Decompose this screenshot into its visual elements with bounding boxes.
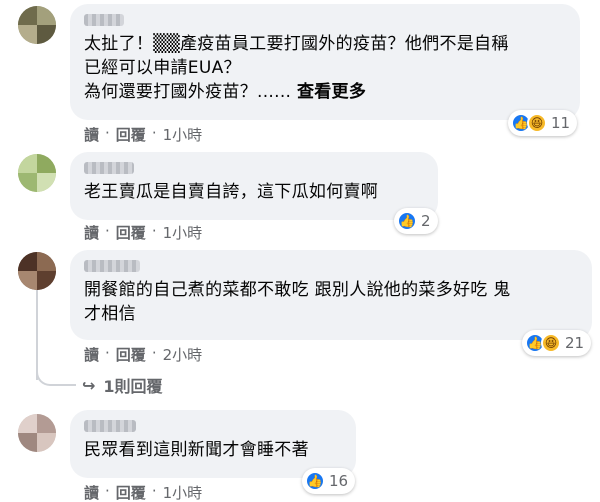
reaction-count: 2 (421, 212, 431, 230)
comment-text: 開餐館的自己煮的菜都不敢吃 跟別人說他的菜多好吃 鬼 才相信 (84, 280, 511, 324)
comment-actions: 讀 · 回覆 · 2小時 (84, 344, 203, 365)
reaction-summary[interactable]: 👍 16 (302, 468, 356, 494)
like-icon: 👍 (397, 211, 417, 231)
read-link[interactable]: 讀 (84, 222, 99, 243)
comment-bubble: 開餐館的自己煮的菜都不敢吃 跟別人說他的菜多好吃 鬼 才相信 (70, 250, 592, 340)
haha-icon: 😆 (527, 113, 547, 133)
reply-button[interactable]: 回覆 (116, 222, 146, 243)
comment-bubble: 老王賣瓜是自賣自誇，這下瓜如何賣啊 (70, 152, 438, 220)
avatar[interactable] (18, 6, 56, 44)
like-icon: 👍 (305, 471, 325, 491)
read-link[interactable]: 讀 (84, 482, 99, 502)
comment-actions: 讀 · 回覆 · 1小時 (84, 124, 203, 145)
see-more-link[interactable]: 查看更多 (297, 82, 366, 102)
timestamp[interactable]: 1小時 (163, 482, 203, 502)
comment-text: 老王賣瓜是自賣自誇，這下瓜如何賣啊 (84, 182, 379, 202)
timestamp[interactable]: 2小時 (163, 344, 203, 365)
timestamp[interactable]: 1小時 (163, 124, 203, 145)
reply-arrow-icon: ↪ (82, 375, 96, 395)
avatar[interactable] (18, 154, 56, 192)
reaction-summary[interactable]: 👍 😆 21 (522, 330, 592, 356)
timestamp[interactable]: 1小時 (163, 222, 203, 243)
comment-text: 民眾看到這則新聞才會睡不著 (84, 440, 309, 460)
read-link[interactable]: 讀 (84, 344, 99, 365)
avatar[interactable] (18, 414, 56, 452)
reply-button[interactable]: 回覆 (116, 482, 146, 502)
author-name[interactable] (84, 14, 124, 26)
reply-button[interactable]: 回覆 (116, 124, 146, 145)
reaction-count: 21 (565, 334, 585, 352)
view-replies-link[interactable]: ↪ 1則回覆 (82, 373, 163, 397)
comment-actions: 讀 · 回覆 · 1小時 (84, 482, 203, 502)
reaction-count: 11 (551, 114, 571, 132)
author-name[interactable] (84, 420, 136, 432)
view-replies-label: 1則回覆 (103, 377, 163, 396)
comment-bubble: 太扯了！▒▒產疫苗員工要打國外的疫苗？他們不是自稱 已經可以申請EUA？ 為何還… (70, 4, 580, 120)
comment-actions: 讀 · 回覆 · 1小時 (84, 222, 203, 243)
haha-icon: 😆 (541, 333, 561, 353)
read-link[interactable]: 讀 (84, 124, 99, 145)
reply-button[interactable]: 回覆 (116, 344, 146, 365)
avatar[interactable] (18, 252, 56, 290)
author-name[interactable] (84, 260, 140, 272)
reaction-summary[interactable]: 👍 😆 11 (508, 110, 578, 136)
author-name[interactable] (84, 162, 134, 174)
reaction-count: 16 (329, 472, 349, 490)
comment-text: 太扯了！▒▒產疫苗員工要打國外的疫苗？他們不是自稱 已經可以申請EUA？ 為何還… (84, 34, 509, 102)
thread-connector (36, 360, 76, 386)
reaction-summary[interactable]: 👍 2 (394, 208, 438, 234)
